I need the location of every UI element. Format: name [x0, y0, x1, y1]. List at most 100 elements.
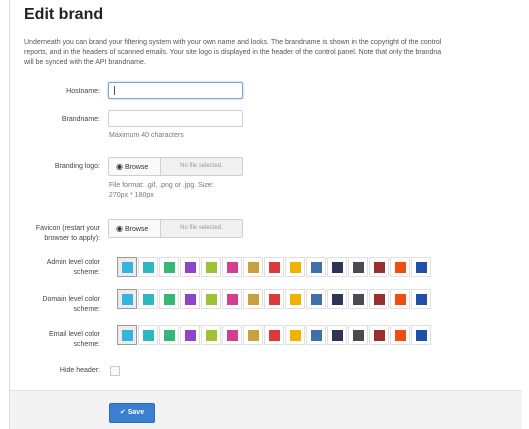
color-chip: [184, 293, 196, 305]
color-chip: [226, 293, 238, 305]
admin-scheme-label-line-2: scheme:: [73, 269, 100, 276]
admin-color-swatch[interactable]: [369, 257, 389, 277]
save-button[interactable]: ✔ Save: [109, 403, 155, 423]
description-text: Underneath you can brand your filtering …: [24, 38, 522, 68]
form-footer: [10, 390, 522, 429]
edit-brand-panel: Edit brand Underneath you can brand your…: [9, 0, 522, 429]
color-chip: [142, 329, 154, 341]
admin-color-swatch[interactable]: [327, 257, 347, 277]
domain-color-swatch[interactable]: [390, 289, 410, 309]
domain-color-swatch[interactable]: [180, 289, 200, 309]
email-color-swatch[interactable]: [222, 325, 242, 345]
domain-color-swatch[interactable]: [369, 289, 389, 309]
domain-color-swatch[interactable]: [138, 289, 158, 309]
color-chip: [289, 329, 301, 341]
domain-color-swatch[interactable]: [264, 289, 284, 309]
branding-logo-browse-button[interactable]: ◉ Browse: [109, 158, 161, 175]
hide-header-checkbox[interactable]: [110, 366, 120, 376]
radio-dot-icon: ◉: [116, 224, 123, 233]
email-color-swatch[interactable]: [180, 325, 200, 345]
color-chip: [247, 329, 259, 341]
color-chip: [415, 329, 427, 341]
email-scheme-label-line-1: Email level color: [49, 331, 100, 338]
description-line-3: will be synced with the API brandname.: [24, 59, 146, 66]
favicon-file-input[interactable]: ◉ Browse No file selected.: [108, 219, 243, 238]
favicon-label-line-1: Favicon (restart your: [35, 225, 100, 232]
domain-color-swatch[interactable]: [285, 289, 305, 309]
page-title: Edit brand: [24, 6, 104, 23]
checkmark-icon: ✔: [119, 409, 126, 416]
admin-color-swatch[interactable]: [138, 257, 158, 277]
color-chip: [163, 293, 175, 305]
color-chip: [289, 261, 301, 273]
color-chip: [331, 329, 343, 341]
admin-color-swatch[interactable]: [411, 257, 431, 277]
logo-help-1: File format: .gif, .png or .jpg. Size:: [109, 182, 214, 189]
admin-color-swatch[interactable]: [285, 257, 305, 277]
color-chip: [184, 261, 196, 273]
admin-color-swatch[interactable]: [222, 257, 242, 277]
email-color-swatch[interactable]: [390, 325, 410, 345]
brandname-help: Maximum 40 characters: [109, 132, 184, 139]
domain-color-swatch[interactable]: [411, 289, 431, 309]
email-color-swatch[interactable]: [348, 325, 368, 345]
browse-label: Browse: [124, 226, 149, 233]
favicon-file-status: No file selected.: [161, 220, 242, 237]
admin-color-swatch[interactable]: [159, 257, 179, 277]
brandname-label: Brandname:: [61, 116, 100, 123]
admin-scheme-label-line-1: Admin level color: [46, 259, 100, 266]
color-chip: [415, 261, 427, 273]
email-color-swatch[interactable]: [369, 325, 389, 345]
email-color-swatch[interactable]: [264, 325, 284, 345]
color-chip: [121, 261, 133, 273]
color-chip: [352, 261, 364, 273]
color-chip: [121, 293, 133, 305]
email-color-swatch[interactable]: [138, 325, 158, 345]
color-chip: [247, 261, 259, 273]
domain-color-swatch[interactable]: [222, 289, 242, 309]
domain-color-swatch[interactable]: [117, 289, 137, 309]
email-color-swatch[interactable]: [285, 325, 305, 345]
color-chip: [268, 293, 280, 305]
email-color-swatch[interactable]: [159, 325, 179, 345]
color-chip: [394, 329, 406, 341]
browse-label: Browse: [124, 164, 149, 171]
admin-color-swatch[interactable]: [264, 257, 284, 277]
domain-color-swatch[interactable]: [159, 289, 179, 309]
email-color-swatch[interactable]: [411, 325, 431, 345]
email-color-swatch[interactable]: [201, 325, 221, 345]
admin-color-swatch[interactable]: [348, 257, 368, 277]
color-chip: [226, 329, 238, 341]
color-chip: [373, 261, 385, 273]
domain-color-swatch[interactable]: [327, 289, 347, 309]
domain-color-swatch[interactable]: [243, 289, 263, 309]
admin-color-swatch[interactable]: [243, 257, 263, 277]
email-color-swatch[interactable]: [327, 325, 347, 345]
color-chip: [163, 329, 175, 341]
color-chip: [163, 261, 175, 273]
email-color-swatches: [117, 325, 431, 345]
email-color-swatch[interactable]: [306, 325, 326, 345]
hostname-input[interactable]: [108, 82, 243, 99]
domain-color-swatch[interactable]: [201, 289, 221, 309]
domain-color-swatch[interactable]: [306, 289, 326, 309]
domain-color-swatch[interactable]: [348, 289, 368, 309]
admin-color-swatches: [117, 257, 431, 277]
color-chip: [310, 261, 322, 273]
logo-help-2: 270px * 180px: [109, 192, 154, 199]
admin-color-swatch[interactable]: [180, 257, 200, 277]
admin-color-swatch[interactable]: [117, 257, 137, 277]
branding-logo-file-status: No file selected.: [161, 158, 242, 175]
email-color-swatch[interactable]: [117, 325, 137, 345]
admin-color-swatch[interactable]: [201, 257, 221, 277]
color-chip: [247, 293, 259, 305]
color-chip: [373, 329, 385, 341]
branding-logo-file-input[interactable]: ◉ Browse No file selected.: [108, 157, 243, 176]
admin-color-swatch[interactable]: [390, 257, 410, 277]
brandname-input[interactable]: [108, 110, 243, 127]
favicon-label-line-2: browser to apply):: [44, 235, 100, 242]
color-chip: [268, 329, 280, 341]
favicon-browse-button[interactable]: ◉ Browse: [109, 220, 161, 237]
admin-color-swatch[interactable]: [306, 257, 326, 277]
email-color-swatch[interactable]: [243, 325, 263, 345]
